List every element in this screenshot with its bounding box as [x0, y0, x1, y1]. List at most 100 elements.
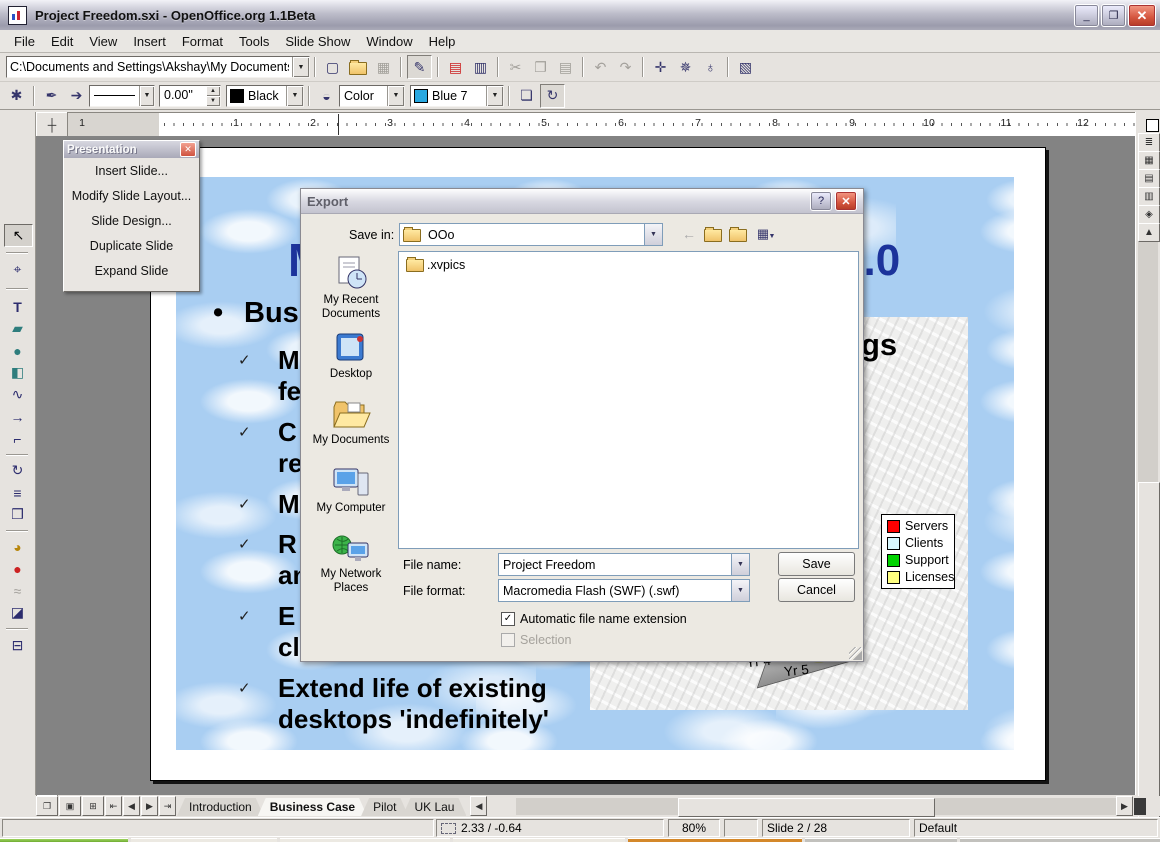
3d-objects-tool-icon[interactable]: ◧ — [4, 362, 31, 383]
outline-view-button[interactable]: ≣ — [1138, 133, 1160, 152]
navigator-icon[interactable]: ✛ — [649, 56, 672, 78]
fill-color-dropdown-icon[interactable]: ▼ — [486, 86, 503, 106]
text-tool-icon[interactable]: T — [4, 296, 31, 317]
taskbar-button[interactable] — [960, 838, 1160, 842]
slide-text-item[interactable]: Extend life of existingdesktops 'indefin… — [278, 673, 549, 735]
taskbar-button[interactable] — [131, 838, 277, 842]
paste-icon[interactable]: ▤ — [554, 56, 577, 78]
menu-slideshow[interactable]: Slide Show — [277, 32, 358, 51]
menu-window[interactable]: Window — [358, 32, 420, 51]
mode-button-2[interactable]: ▣ — [59, 796, 81, 816]
rotate-tool-icon[interactable]: ↻ — [4, 460, 31, 481]
expand-slide-item[interactable]: Expand Slide — [64, 258, 199, 283]
cut-icon[interactable]: ✂ — [504, 56, 527, 78]
place-my-network-places[interactable]: My Network Places — [309, 533, 393, 596]
save-button[interactable]: Save — [778, 552, 855, 576]
export-dialog-titlebar[interactable]: Export ? ✕ — [301, 189, 863, 214]
view-menu-dropdown-icon[interactable]: ▼ — [767, 227, 777, 245]
close-button[interactable]: ✕ — [1128, 4, 1156, 27]
url-input[interactable] — [7, 60, 292, 74]
presentation-panel[interactable]: Presentation ✕ Insert Slide... Modify Sl… — [63, 140, 200, 292]
gallery-icon[interactable]: ▧ — [734, 56, 757, 78]
taskbar-button[interactable] — [805, 838, 957, 842]
taskbar-button[interactable] — [0, 838, 128, 842]
previous-slide-button[interactable]: ◀ — [123, 796, 140, 816]
scrollbar-splitter[interactable] — [1134, 798, 1146, 815]
url-dropdown-icon[interactable]: ▼ — [292, 57, 309, 77]
url-combobox[interactable]: ▼ — [6, 56, 310, 78]
curve-tool-icon[interactable]: ∿ — [4, 384, 31, 405]
rotation-mode-icon[interactable]: ↻ — [540, 84, 565, 108]
line-style-select[interactable]: ▼ — [89, 85, 155, 107]
scroll-right-button[interactable]: ▶ — [1116, 796, 1133, 816]
menu-help[interactable]: Help — [421, 32, 464, 51]
edit-file-icon[interactable]: ✎ — [407, 55, 432, 79]
fill-can-icon[interactable]: ◒ — [315, 85, 338, 107]
shadow-icon[interactable]: ❏ — [515, 85, 538, 107]
taskbar-button[interactable] — [453, 838, 625, 842]
tab-uk-lau[interactable]: UK Lau — [402, 798, 466, 816]
horizontal-ruler[interactable]: 1 1 2 3 4 5 6 7 8 9 10 11 12 — [67, 112, 1137, 137]
tab-introduction[interactable]: Introduction — [177, 798, 264, 816]
arrange-tool-icon[interactable]: ❒ — [4, 504, 31, 525]
file-list[interactable]: .xvpics — [398, 251, 859, 549]
mode-button-1[interactable]: ❐ — [36, 796, 58, 816]
taskbar-button[interactable] — [628, 838, 802, 842]
first-slide-button[interactable]: ⇤ — [105, 796, 122, 816]
arrow-style-icon[interactable]: ➔ — [65, 85, 88, 107]
zoom-tool-icon[interactable]: ⌖ — [4, 259, 31, 280]
tab-business-case[interactable]: Business Case — [258, 798, 367, 816]
insert-tool-icon[interactable]: ◕ — [4, 536, 31, 557]
menu-file[interactable]: File — [6, 32, 43, 51]
vertical-scrollbar[interactable] — [1138, 242, 1158, 795]
alignment-tool-icon[interactable]: ≡ — [4, 482, 31, 503]
menu-view[interactable]: View — [81, 32, 125, 51]
place-desktop[interactable]: Desktop — [309, 331, 393, 381]
last-slide-button[interactable]: ⇥ — [159, 796, 176, 816]
slide-text-item[interactable]: Cre — [278, 417, 303, 479]
export-pdf-icon[interactable]: ▤ — [444, 56, 467, 78]
dialog-help-button[interactable]: ? — [810, 191, 832, 211]
line-color-dropdown-icon[interactable]: ▼ — [286, 86, 303, 106]
presentation-box-tool-icon[interactable]: ⊟ — [4, 635, 31, 656]
edit-points-icon[interactable]: ✱ — [5, 85, 28, 107]
up-one-level-icon[interactable] — [703, 225, 723, 243]
slide-text-item[interactable]: Mfe — [278, 345, 301, 407]
redo-icon[interactable]: ↷ — [614, 56, 637, 78]
file-name-dropdown-icon[interactable]: ▼ — [731, 554, 749, 575]
line-width-up-icon[interactable]: ▲ — [206, 86, 220, 96]
file-format-select[interactable]: Macromedia Flash (SWF) (.swf) ▼ — [498, 579, 750, 602]
menu-insert[interactable]: Insert — [125, 32, 174, 51]
slides-view-button[interactable]: ▦ — [1138, 151, 1160, 170]
dialog-resize-grip[interactable] — [849, 647, 862, 660]
line-width-value[interactable]: 0.00" — [160, 86, 206, 106]
restore-button[interactable]: ❐ — [1101, 4, 1126, 27]
place-recent-documents[interactable]: My Recent Documents — [309, 255, 393, 322]
horizontal-scrollbar[interactable] — [516, 798, 1116, 815]
status-style-field[interactable]: Default — [914, 819, 1158, 837]
tab-scroll-left-button[interactable]: ◀ — [470, 796, 487, 816]
line-color-select[interactable]: Black ▼ — [226, 85, 304, 107]
menu-format[interactable]: Format — [174, 32, 231, 51]
hyperlink-icon[interactable]: ♁ — [699, 56, 722, 78]
fill-type-select[interactable]: Color ▼ — [339, 85, 405, 107]
slide-bullet-text[interactable]: Busi — [244, 299, 307, 328]
insert-slide-item[interactable]: Insert Slide... — [64, 158, 199, 183]
menu-edit[interactable]: Edit — [43, 32, 81, 51]
effects-tool-icon[interactable]: ● — [4, 558, 31, 579]
line-width-stepper[interactable]: 0.00" ▲ ▼ — [159, 85, 221, 107]
notes-view-button[interactable]: ▤ — [1138, 169, 1160, 188]
modify-slide-layout-item[interactable]: Modify Slide Layout... — [64, 183, 199, 208]
scroll-up-button[interactable]: ▲ — [1138, 223, 1160, 242]
slide-design-item[interactable]: Slide Design... — [64, 208, 199, 233]
vertical-scrollbar-thumb[interactable] — [1138, 482, 1160, 842]
back-icon[interactable]: ← — [679, 225, 699, 243]
line-width-down-icon[interactable]: ▼ — [206, 96, 220, 106]
file-list-item[interactable]: .xvpics — [403, 257, 854, 272]
autopilot-icon[interactable]: ✵ — [674, 56, 697, 78]
line-style-dropdown-icon[interactable]: ▼ — [139, 86, 154, 106]
connector-tool-icon[interactable]: ⌐ — [4, 428, 31, 449]
ruler-origin-button[interactable]: ┼ — [36, 112, 68, 137]
horizontal-scrollbar-thumb[interactable] — [678, 798, 935, 817]
duplicate-slide-item[interactable]: Duplicate Slide — [64, 233, 199, 258]
